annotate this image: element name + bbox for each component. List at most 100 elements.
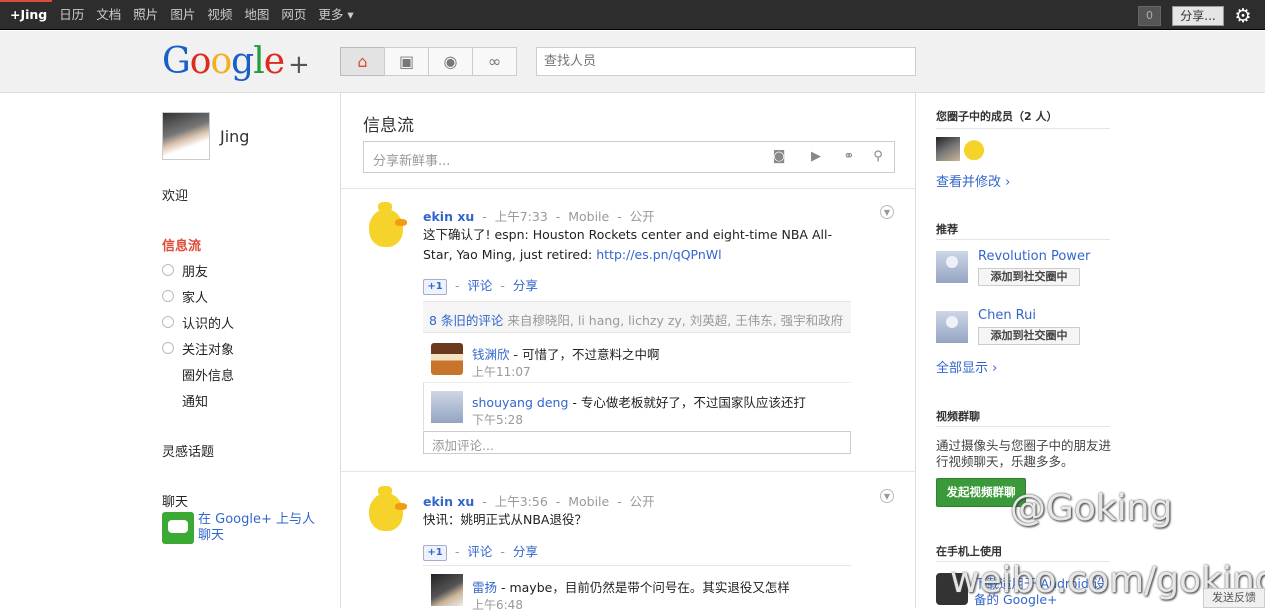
hangout-description: 通过摄像头与您圈子中的朋友进行视频聊天，乐趣多多。 [936,438,1112,469]
search-input[interactable] [536,47,916,76]
nav-calendar[interactable]: 日历 [53,0,90,30]
circle-members-title: 您圈子中的成员（2 人） [936,110,1058,123]
camera-icon[interactable]: ◙ [770,149,788,165]
divider [341,471,916,472]
post-menu-icon[interactable]: ▼ [880,205,894,219]
main-nav-buttons: ⌂ ▣ ◉ ∞ [340,47,517,76]
divider [936,128,1110,129]
share-box[interactable]: 分享新鲜事... ◙ ▶ ⚭ ⚲ [363,141,895,173]
post-meta: ekin xu - 上午7:33 - Mobile - 公开 [423,209,655,224]
sparks-link[interactable]: 灵感话题 [162,441,214,460]
member-avatar[interactable] [962,137,986,161]
notification-count[interactable]: 0 [1138,6,1161,26]
nav-videos[interactable]: 视频 [201,0,238,30]
link-icon[interactable]: ⚭ [840,149,858,165]
post-visibility[interactable]: 公开 [630,209,655,224]
notifications-link[interactable]: 通知 [182,391,208,410]
comment-author[interactable]: 雷扬 [472,580,497,595]
suggestion-avatar[interactable] [936,311,968,343]
add-to-circles-button[interactable]: 添加到社交圈中 [978,327,1080,345]
comment-avatar[interactable] [431,574,463,606]
comment-author[interactable]: 钱渊欣 [472,347,510,362]
share-link[interactable]: 分享 [513,544,538,559]
location-icon[interactable]: ⚲ [869,149,887,165]
nav-photos[interactable]: 照片 [127,0,164,30]
circle-radio-icon[interactable] [162,264,174,276]
old-comments[interactable]: 8 条旧的评论 来自穆晓阳, li hang, lichzy zy, 刘英超, … [423,301,851,333]
header: Google + ⌂ ▣ ◉ ∞ [0,31,1265,93]
suggestion-name[interactable]: Chen Rui [978,308,1036,323]
stream-title: 信息流 [363,116,414,136]
post-author[interactable]: ekin xu [423,209,474,224]
post-author-avatar[interactable] [363,202,411,251]
share-link[interactable]: 分享 [513,278,538,293]
comment-link[interactable]: 评论 [467,544,492,559]
circle-acquaintances[interactable]: 认识的人 [182,313,234,332]
top-nav: +Jing 日历 文档 照片 图片 视频 地图 网页 更多 ▾ [0,0,360,30]
circle-radio-icon[interactable] [162,316,174,328]
circles-icon[interactable]: ∞ [472,47,517,76]
comment-text: 钱渊欣 - 可惜了，不过意料之中啊 [472,347,660,362]
share-button[interactable]: 分享... [1172,6,1224,26]
profile-icon[interactable]: ◉ [428,47,473,76]
nav-more[interactable]: 更多 ▾ [312,0,359,30]
post-author[interactable]: ekin xu [423,494,474,509]
gear-icon[interactable]: ⚙ [1232,5,1254,27]
post-time[interactable]: 上午7:33 [495,209,548,224]
divider [936,239,1110,240]
post-source: Mobile [568,209,610,224]
photos-icon[interactable]: ▣ [384,47,429,76]
share-placeholder: 分享新鲜事... [373,154,451,169]
comment-time[interactable]: 上午11:07 [472,363,531,380]
post-time[interactable]: 上午3:56 [495,494,548,509]
nav-images[interactable]: 图片 [164,0,201,30]
post-author-avatar[interactable] [363,486,411,535]
nav-me[interactable]: +Jing [0,0,53,30]
profile-name[interactable]: Jing [220,127,249,146]
old-comments-authors: 来自穆晓阳, li hang, lichzy zy, 刘英超, 王伟东, 强宇和… [507,313,844,328]
comment-time[interactable]: 下午5:28 [472,411,523,428]
circle-radio-icon[interactable] [162,342,174,354]
add-to-circles-button[interactable]: 添加到社交圈中 [978,268,1080,286]
nav-docs[interactable]: 文档 [90,0,127,30]
plus-one-button[interactable]: +1 [423,544,447,561]
post-link[interactable]: http://es.pn/qQPnWl [596,247,721,262]
feedback-button[interactable]: 发送反馈 [1203,588,1265,608]
comment-author[interactable]: shouyang deng [472,395,568,410]
suggestion-avatar[interactable] [936,251,968,283]
welcome-link[interactable]: 欢迎 [162,185,188,204]
add-comment-input[interactable]: 添加评论... [423,431,851,454]
comment-text: shouyang deng - 专心做老板就好了，不过国家队应该还打 [472,395,806,410]
view-edit-link[interactable]: 查看并修改 › [936,171,1010,190]
member-avatar[interactable] [936,137,960,161]
left-sidebar: Jing 欢迎 信息流 朋友 家人 认识的人 关注对象 圈外信息 通知 灵感话题… [162,93,340,608]
google-plus-logo[interactable]: Google + [162,41,310,86]
profile-avatar[interactable] [162,112,210,160]
home-icon[interactable]: ⌂ [340,47,385,76]
stream-link[interactable]: 信息流 [162,235,201,254]
plus-one-button[interactable]: +1 [423,278,447,295]
post-text: 快讯：姚明正式从NBA退役？ [423,512,587,527]
comment-avatar[interactable] [431,343,463,375]
post-actions: +1 - 评论 - 分享 [423,541,538,561]
comment-avatar[interactable] [431,391,463,423]
circle-following[interactable]: 关注对象 [182,339,234,358]
nav-web[interactable]: 网页 [275,0,312,30]
suggestions-title: 推荐 [936,223,958,236]
circle-family[interactable]: 家人 [182,287,208,306]
comment-time[interactable]: 上午6:48 [472,596,523,613]
chat-link[interactable]: 在 Google+ 上与人聊天 [198,512,318,544]
circle-radio-icon[interactable] [162,290,174,302]
right-sidebar: 您圈子中的成员（2 人） 查看并修改 › 推荐 Revolution Power… [916,93,1265,608]
old-comments-link[interactable]: 8 条旧的评论 [429,313,503,328]
post-menu-icon[interactable]: ▼ [880,489,894,503]
post-visibility[interactable]: 公开 [630,494,655,509]
show-all-link[interactable]: 全部显示 › [936,357,997,376]
suggestion-name[interactable]: Revolution Power [978,249,1090,264]
circle-friends[interactable]: 朋友 [182,261,208,280]
video-icon[interactable]: ▶ [807,149,825,165]
nav-maps[interactable]: 地图 [238,0,275,30]
post-meta: ekin xu - 上午3:56 - Mobile - 公开 [423,494,655,509]
incoming-link[interactable]: 圈外信息 [182,365,234,384]
comment-link[interactable]: 评论 [467,278,492,293]
